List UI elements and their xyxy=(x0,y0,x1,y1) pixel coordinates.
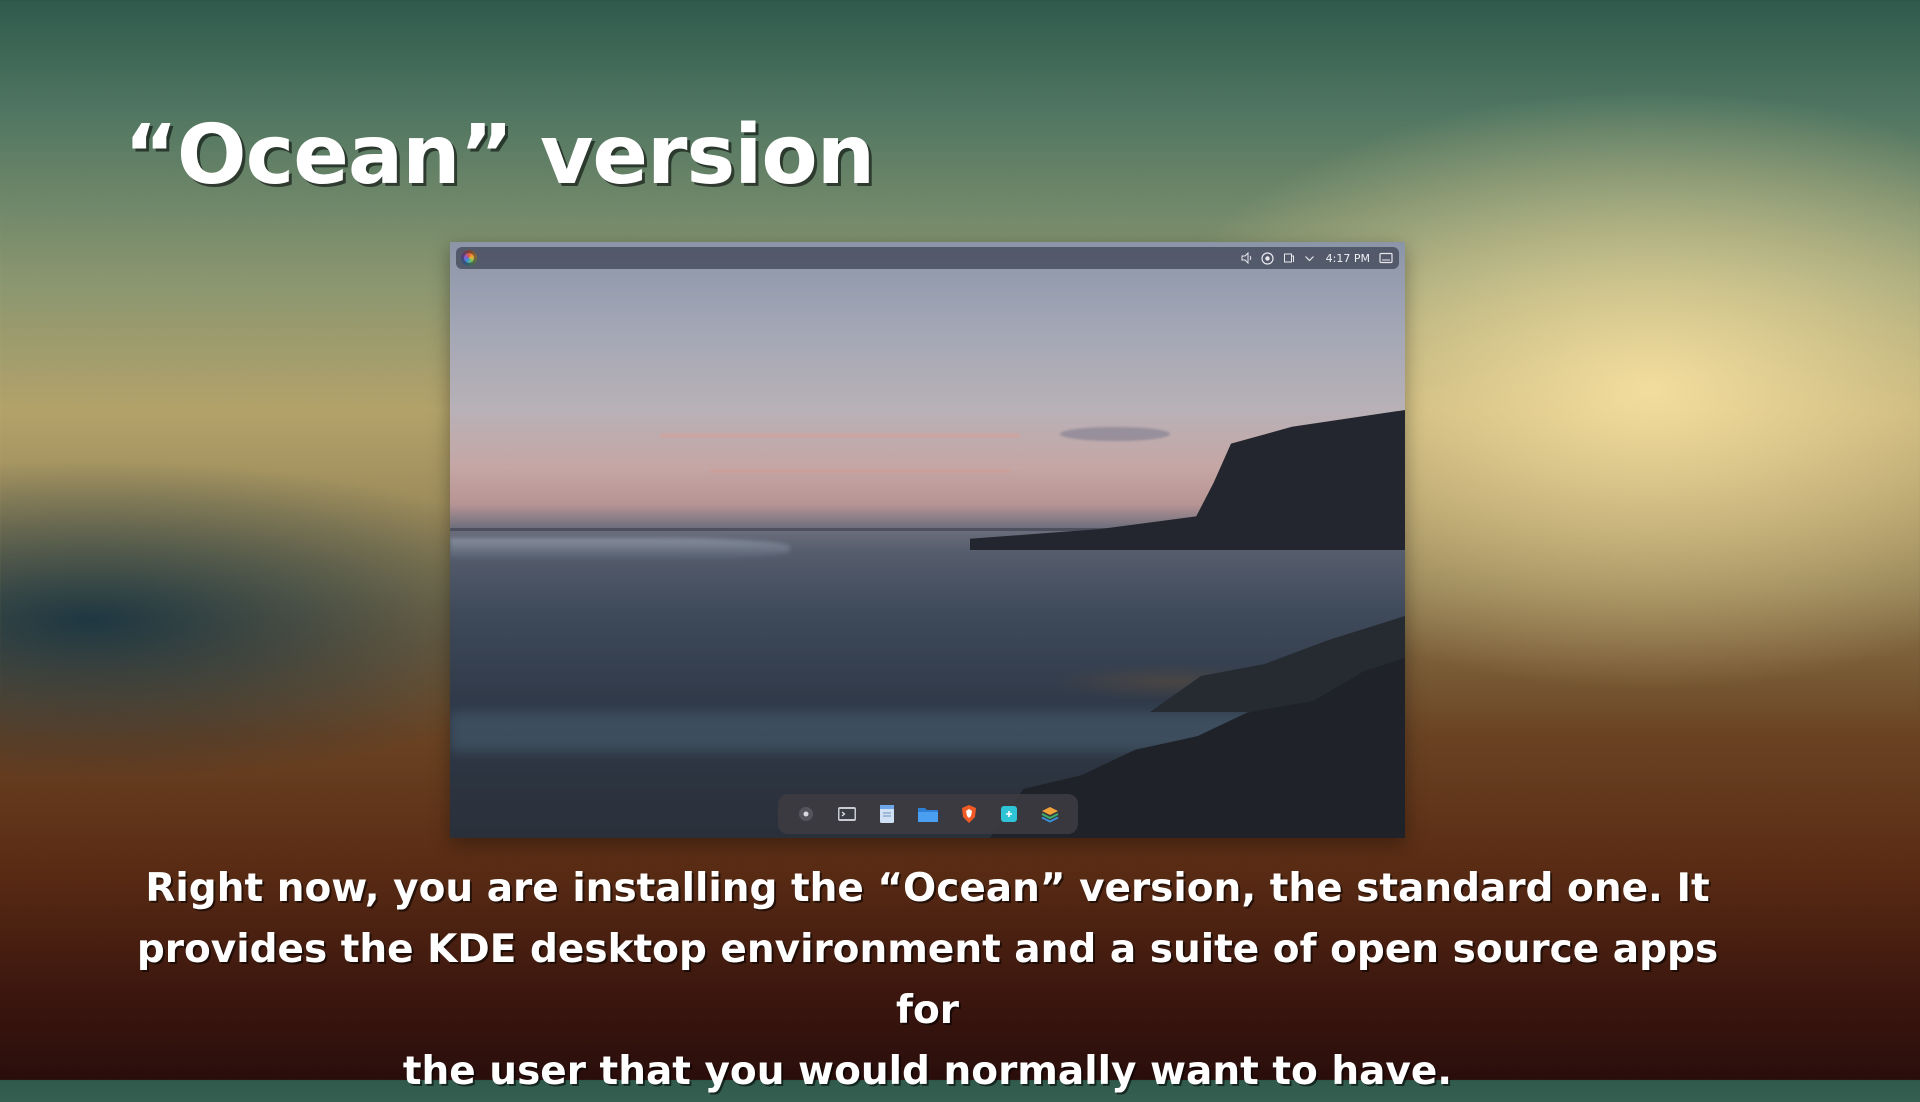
file-manager-icon[interactable] xyxy=(917,803,939,825)
store-icon[interactable] xyxy=(998,803,1020,825)
top-panel: 4:17 PM xyxy=(456,247,1399,269)
layers-icon[interactable] xyxy=(1039,803,1061,825)
overview-icon[interactable] xyxy=(795,803,817,825)
slide-caption: Right now, you are installing the “Ocean… xyxy=(136,866,1719,1094)
text-editor-icon[interactable] xyxy=(876,803,898,825)
panel-clock[interactable]: 4:17 PM xyxy=(1326,252,1370,265)
desktop-screenshot: 4:17 PM xyxy=(450,242,1405,838)
wallpaper-wave xyxy=(450,538,790,560)
slide-title: “Ocean” version xyxy=(124,108,875,203)
app-launcher-icon[interactable] xyxy=(461,250,477,266)
dock xyxy=(778,794,1078,834)
network-icon[interactable] xyxy=(1261,251,1275,265)
volume-icon[interactable] xyxy=(1240,251,1254,265)
clipboard-icon[interactable] xyxy=(1282,251,1296,265)
wallpaper-sunset-streak xyxy=(660,434,1020,437)
wallpaper-cloud xyxy=(1060,427,1170,441)
wallpaper-sunset-streak xyxy=(710,470,1010,472)
brave-browser-icon[interactable] xyxy=(958,803,980,825)
chevron-down-icon[interactable] xyxy=(1303,251,1317,265)
terminal-icon[interactable] xyxy=(836,803,858,825)
system-tray: 4:17 PM xyxy=(1240,247,1393,269)
show-desktop-icon[interactable] xyxy=(1379,251,1393,265)
